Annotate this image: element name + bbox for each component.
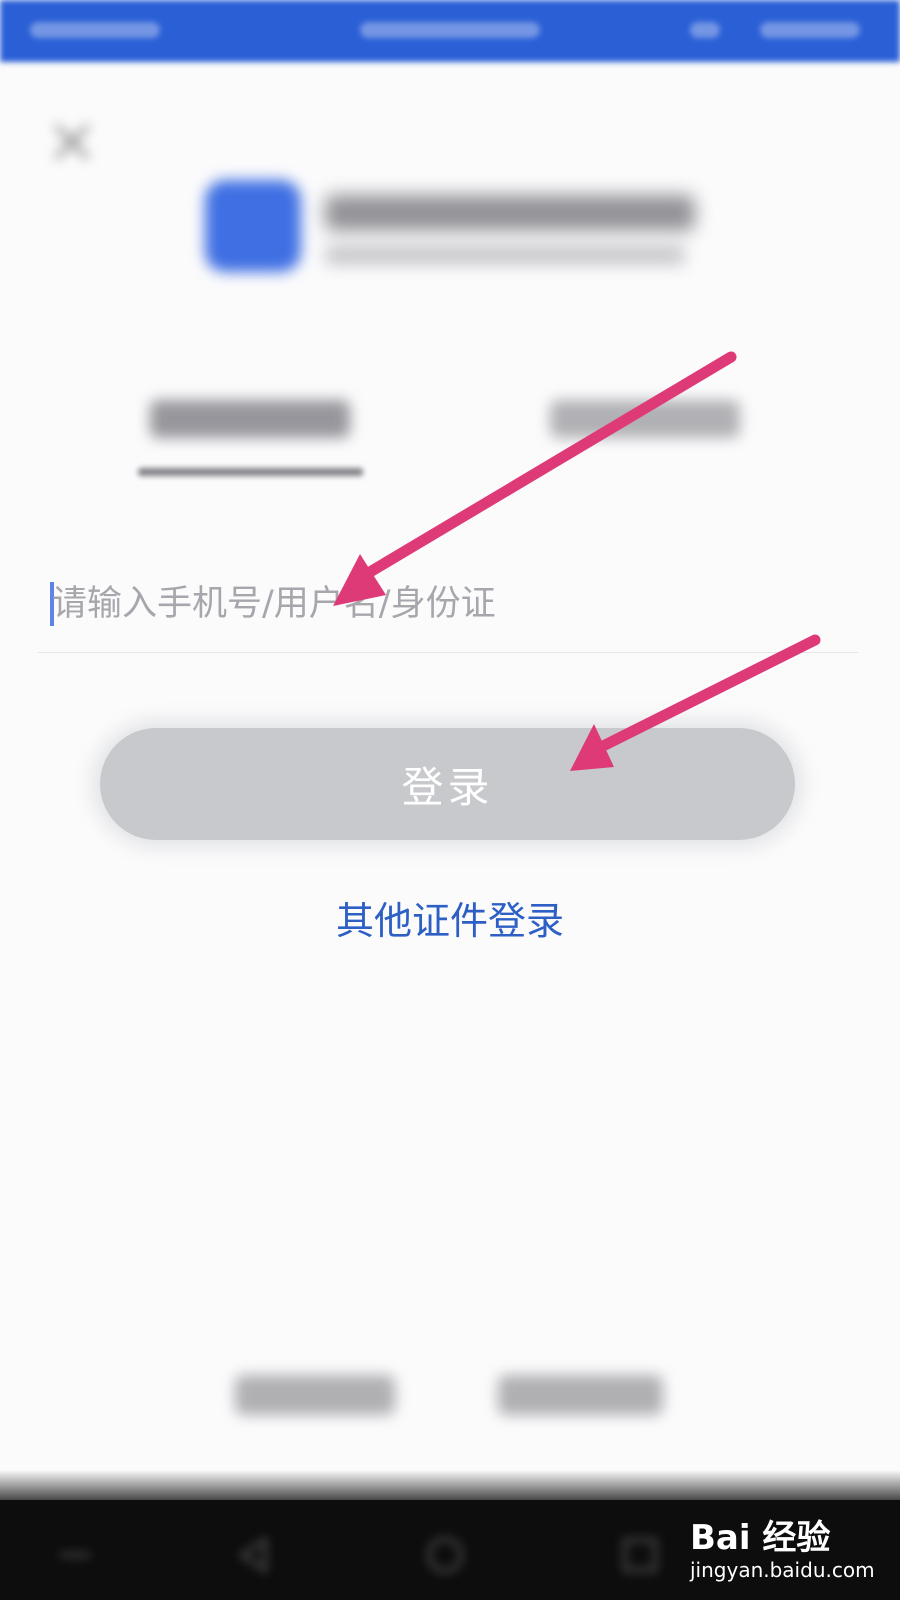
annotation-arrow-to-input	[333, 351, 737, 606]
annotation-arrow-to-login-button	[570, 634, 821, 771]
annotation-arrows	[333, 351, 821, 771]
